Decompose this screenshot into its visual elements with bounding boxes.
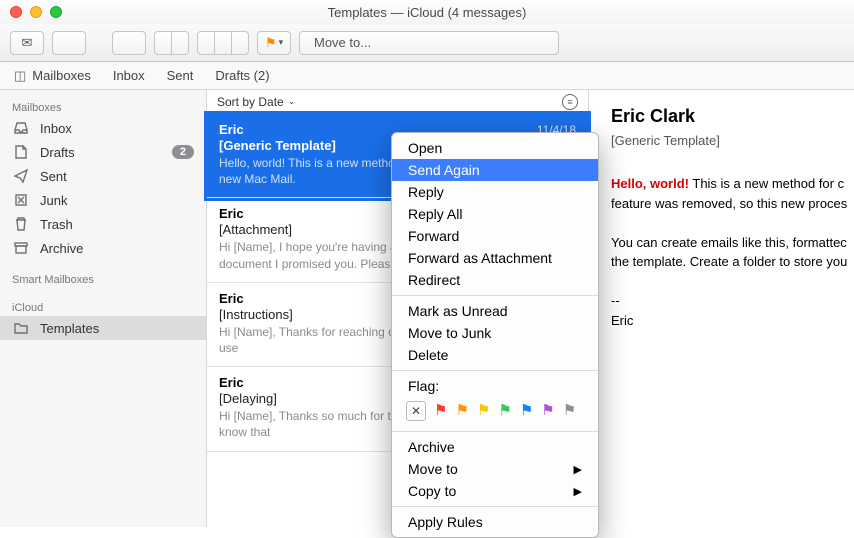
reply-all-button[interactable] <box>215 32 232 54</box>
get-mail-button[interactable]: ✉︎ <box>10 31 44 55</box>
ctx-flag-red[interactable]: ⚑ <box>434 401 447 421</box>
ctx-reply[interactable]: Reply <box>392 181 598 203</box>
flag-button[interactable]: ⚑▾ <box>257 31 291 55</box>
ctx-copy-to[interactable]: Copy to▶ <box>392 480 598 502</box>
reply-group <box>197 31 249 55</box>
sidebar-item-inbox[interactable]: Inbox <box>0 116 206 140</box>
ctx-flag-row: ✕ ⚑ ⚑ ⚑ ⚑ ⚑ ⚑ ⚑ <box>392 397 598 427</box>
ctx-delete[interactable]: Delete <box>392 344 598 366</box>
sidebar-item-junk[interactable]: Junk <box>0 188 206 212</box>
submenu-arrow-icon: ▶ <box>574 463 582 476</box>
ctx-flag-green[interactable]: ⚑ <box>498 401 511 421</box>
folder-icon <box>12 320 30 336</box>
minimize-window-button[interactable] <box>30 6 42 18</box>
submenu-arrow-icon: ▶ <box>574 485 582 498</box>
sidebar-heading-icloud: iCloud <box>0 296 206 316</box>
sort-by-button[interactable]: Sort by Date⌄ <box>217 95 295 109</box>
fav-drafts[interactable]: Drafts (2) <box>215 68 269 83</box>
drafts-icon <box>12 144 30 160</box>
window-title: Templates — iCloud (4 messages) <box>0 5 854 20</box>
reply-button[interactable] <box>198 32 215 54</box>
fav-sent[interactable]: Sent <box>167 68 194 83</box>
ctx-redirect[interactable]: Redirect <box>392 269 598 291</box>
sidebar-toggle-icon: ◫ <box>14 68 26 84</box>
window-controls <box>10 6 62 18</box>
trash-icon <box>12 216 30 232</box>
zoom-window-button[interactable] <box>50 6 62 18</box>
fav-inbox[interactable]: Inbox <box>113 68 145 83</box>
ctx-flag-purple[interactable]: ⚑ <box>541 401 554 421</box>
flag-icon: ⚑ <box>265 35 277 51</box>
envelope-icon: ✉︎ <box>22 35 33 51</box>
filter-icon: ≡ <box>567 97 572 107</box>
forward-button[interactable] <box>232 32 248 54</box>
preview-pane: Eric Clark [Generic Template] Hello, wor… <box>589 90 854 527</box>
ctx-forward[interactable]: Forward <box>392 225 598 247</box>
ctx-send-again[interactable]: Send Again <box>392 159 598 181</box>
favorites-bar: ◫Mailboxes Inbox Sent Drafts (2) <box>0 62 854 90</box>
sidebar: Mailboxes Inbox Drafts2 Sent Junk Trash … <box>0 90 207 527</box>
preview-from: Eric Clark <box>611 106 854 127</box>
chevron-down-icon: ▾ <box>279 37 284 48</box>
compose-button[interactable] <box>52 31 86 55</box>
ctx-flag-label: Flag: <box>392 375 598 397</box>
ctx-archive[interactable]: Archive <box>392 436 598 458</box>
move-to-button[interactable]: Move to... <box>299 31 559 55</box>
archive-icon <box>12 240 30 256</box>
sidebar-item-trash[interactable]: Trash <box>0 212 206 236</box>
preview-hello: Hello, world! <box>611 176 689 191</box>
drafts-badge: 2 <box>172 145 194 159</box>
inbox-icon <box>12 120 30 136</box>
fav-mailboxes[interactable]: ◫Mailboxes <box>14 68 91 84</box>
preview-body: Hello, world! This is a new method for c… <box>611 174 854 330</box>
filter-button[interactable]: ≡ <box>562 94 578 110</box>
sidebar-item-sent[interactable]: Sent <box>0 164 206 188</box>
ctx-apply-rules[interactable]: Apply Rules <box>392 511 598 533</box>
ctx-flag-blue[interactable]: ⚑ <box>520 401 533 421</box>
ctx-flag-orange[interactable]: ⚑ <box>455 401 468 421</box>
ctx-flag-yellow[interactable]: ⚑ <box>477 401 490 421</box>
delete-button[interactable] <box>155 32 172 54</box>
ctx-move-to-junk[interactable]: Move to Junk <box>392 322 598 344</box>
sidebar-heading-smart: Smart Mailboxes <box>0 268 206 288</box>
titlebar: Templates — iCloud (4 messages) <box>0 0 854 24</box>
ctx-flag-none[interactable]: ✕ <box>406 401 426 421</box>
context-menu: Open Send Again Reply Reply All Forward … <box>391 132 599 538</box>
ctx-flag-gray[interactable]: ⚑ <box>563 401 576 421</box>
ctx-mark-unread[interactable]: Mark as Unread <box>392 300 598 322</box>
sidebar-item-templates[interactable]: Templates <box>0 316 206 340</box>
ctx-forward-attachment[interactable]: Forward as Attachment <box>392 247 598 269</box>
sidebar-item-drafts[interactable]: Drafts2 <box>0 140 206 164</box>
move-to-label: Move to... <box>314 35 371 50</box>
sent-icon <box>12 168 30 184</box>
junk-button[interactable] <box>172 32 188 54</box>
delete-junk-group <box>154 31 189 55</box>
chevron-down-icon: ⌄ <box>288 96 296 107</box>
sidebar-heading-mailboxes: Mailboxes <box>0 96 206 116</box>
ctx-reply-all[interactable]: Reply All <box>392 203 598 225</box>
ctx-open[interactable]: Open <box>392 137 598 159</box>
preview-subject: [Generic Template] <box>611 133 854 148</box>
toolbar: ✉︎ ⚑▾ Move to... <box>0 24 854 62</box>
archive-button[interactable] <box>112 31 146 55</box>
ctx-move-to[interactable]: Move to▶ <box>392 458 598 480</box>
sort-bar: Sort by Date⌄ ≡ <box>207 90 588 114</box>
sidebar-item-archive[interactable]: Archive <box>0 236 206 260</box>
junk-icon <box>12 192 30 208</box>
close-window-button[interactable] <box>10 6 22 18</box>
